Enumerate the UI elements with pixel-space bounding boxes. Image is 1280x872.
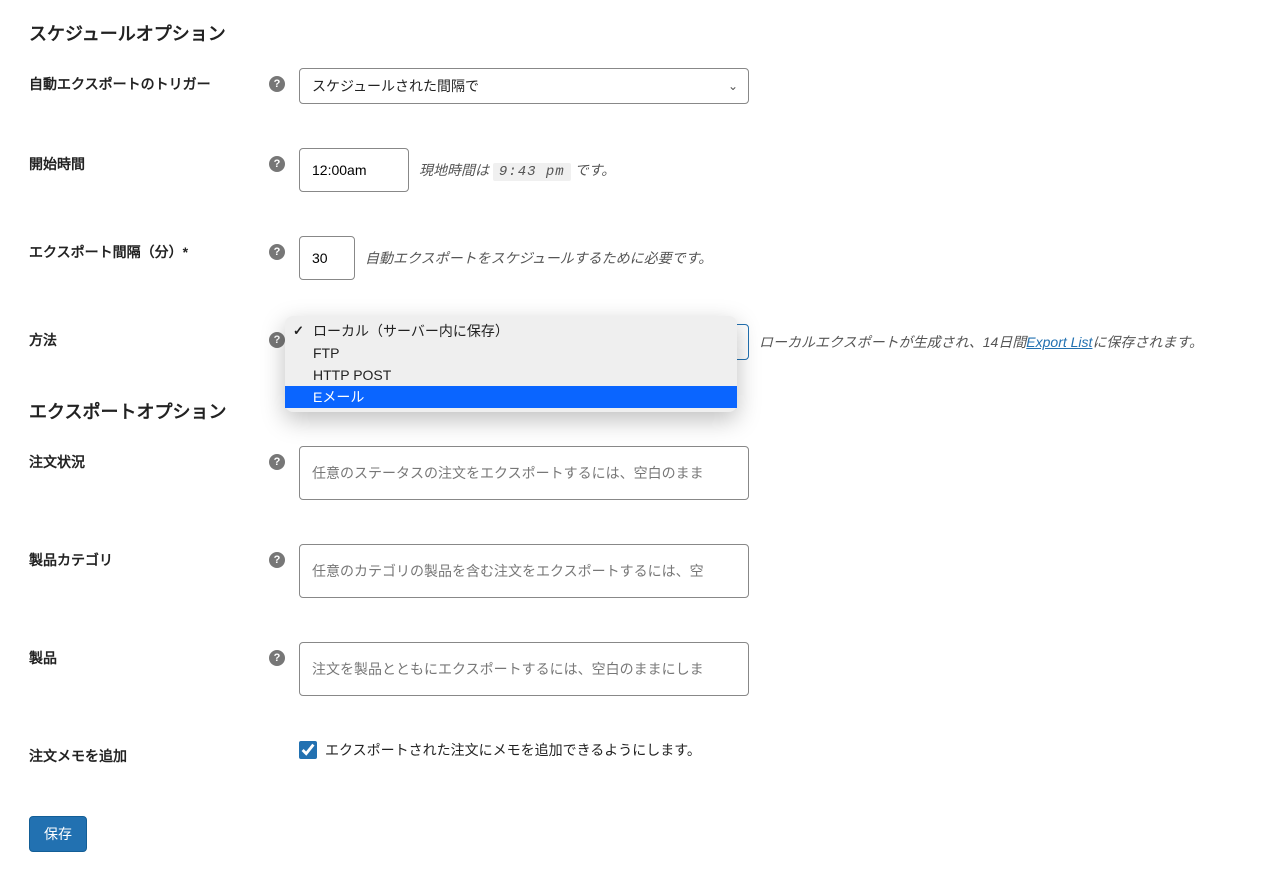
notes-checkbox[interactable] <box>299 741 317 759</box>
interval-hint: 自動エクスポートをスケジュールするために必要です。 <box>365 248 712 268</box>
help-icon[interactable]: ? <box>269 650 285 666</box>
method-option-label: FTP <box>313 345 723 361</box>
method-option-label: HTTP POST <box>313 367 723 383</box>
method-option-2[interactable]: HTTP POST <box>285 364 737 386</box>
product-category-input[interactable]: 任意のカテゴリの製品を含む注文をエクスポートするには、空 <box>299 544 749 598</box>
row-interval: エクスポート間隔（分）* ? 自動エクスポートをスケジュールするために必要です。 <box>29 236 1254 280</box>
product-category-placeholder: 任意のカテゴリの製品を含む注文をエクスポートするには、空 <box>312 561 704 581</box>
help-icon[interactable]: ? <box>269 552 285 568</box>
product-category-label: 製品カテゴリ <box>29 550 113 570</box>
method-side-hint: ローカルエクスポートが生成され、14日間Export Listに保存されます。 <box>759 332 1203 352</box>
trigger-select[interactable]: スケジュールされた間隔で ⌄ <box>299 68 749 104</box>
order-status-placeholder: 任意のステータスの注文をエクスポートするには、空白のまま <box>312 463 704 483</box>
row-product-category: 製品カテゴリ ? 任意のカテゴリの製品を含む注文をエクスポートするには、空 <box>29 544 1254 598</box>
notes-checkbox-wrap[interactable]: エクスポートされた注文にメモを追加できるようにします。 <box>299 740 701 760</box>
help-icon[interactable]: ? <box>269 454 285 470</box>
row-products: 製品 ? 注文を製品とともにエクスポートするには、空白のままにしま <box>29 642 1254 696</box>
row-notes: 注文メモを追加 エクスポートされた注文にメモを追加できるようにします。 <box>29 740 1254 766</box>
products-input[interactable]: 注文を製品とともにエクスポートするには、空白のままにしま <box>299 642 749 696</box>
row-order-status: 注文状況 ? 任意のステータスの注文をエクスポートするには、空白のまま <box>29 446 1254 500</box>
help-icon[interactable]: ? <box>269 76 285 92</box>
interval-input[interactable] <box>299 236 355 280</box>
chevron-down-icon: ⌄ <box>728 79 738 93</box>
start-time-input[interactable] <box>299 148 409 192</box>
order-status-input[interactable]: 任意のステータスの注文をエクスポートするには、空白のまま <box>299 446 749 500</box>
local-time-value: 9:43 pm <box>493 163 571 181</box>
notes-label: 注文メモを追加 <box>29 746 127 766</box>
help-icon[interactable]: ? <box>269 244 285 260</box>
interval-label: エクスポート間隔（分）* <box>29 242 188 262</box>
schedule-section-title: スケジュールオプション <box>29 20 1254 46</box>
save-button[interactable]: 保存 <box>29 816 87 852</box>
notes-checkbox-label: エクスポートされた注文にメモを追加できるようにします。 <box>325 740 701 760</box>
row-method: 方法 ? ⌄ ✓ローカル（サーバー内に保存）FTPHTTP POSTEメール ロ… <box>29 324 1254 360</box>
help-icon[interactable]: ? <box>269 332 285 348</box>
row-trigger: 自動エクスポートのトリガー ? スケジュールされた間隔で ⌄ <box>29 68 1254 104</box>
row-start-time: 開始時間 ? 現地時間は 9:43 pm です。 <box>29 148 1254 192</box>
method-label: 方法 <box>29 330 57 350</box>
trigger-label: 自動エクスポートのトリガー <box>29 74 211 94</box>
method-option-label: ローカル（サーバー内に保存） <box>313 321 723 341</box>
start-time-hint: 現地時間は 9:43 pm です。 <box>419 160 615 180</box>
method-option-3[interactable]: Eメール <box>285 386 737 408</box>
products-placeholder: 注文を製品とともにエクスポートするには、空白のままにしま <box>312 659 704 679</box>
trigger-select-value: スケジュールされた間隔で <box>312 76 479 96</box>
method-option-0[interactable]: ✓ローカル（サーバー内に保存） <box>285 320 737 342</box>
method-option-1[interactable]: FTP <box>285 342 737 364</box>
method-dropdown: ✓ローカル（サーバー内に保存） FTP HTTP POST Eメール <box>285 316 737 412</box>
order-status-label: 注文状況 <box>29 452 85 472</box>
method-option-label: Eメール <box>313 387 723 407</box>
start-time-label: 開始時間 <box>29 154 85 174</box>
check-icon: ✓ <box>293 323 313 339</box>
help-icon[interactable]: ? <box>269 156 285 172</box>
products-label: 製品 <box>29 648 57 668</box>
export-list-link[interactable]: Export List <box>1026 334 1092 350</box>
